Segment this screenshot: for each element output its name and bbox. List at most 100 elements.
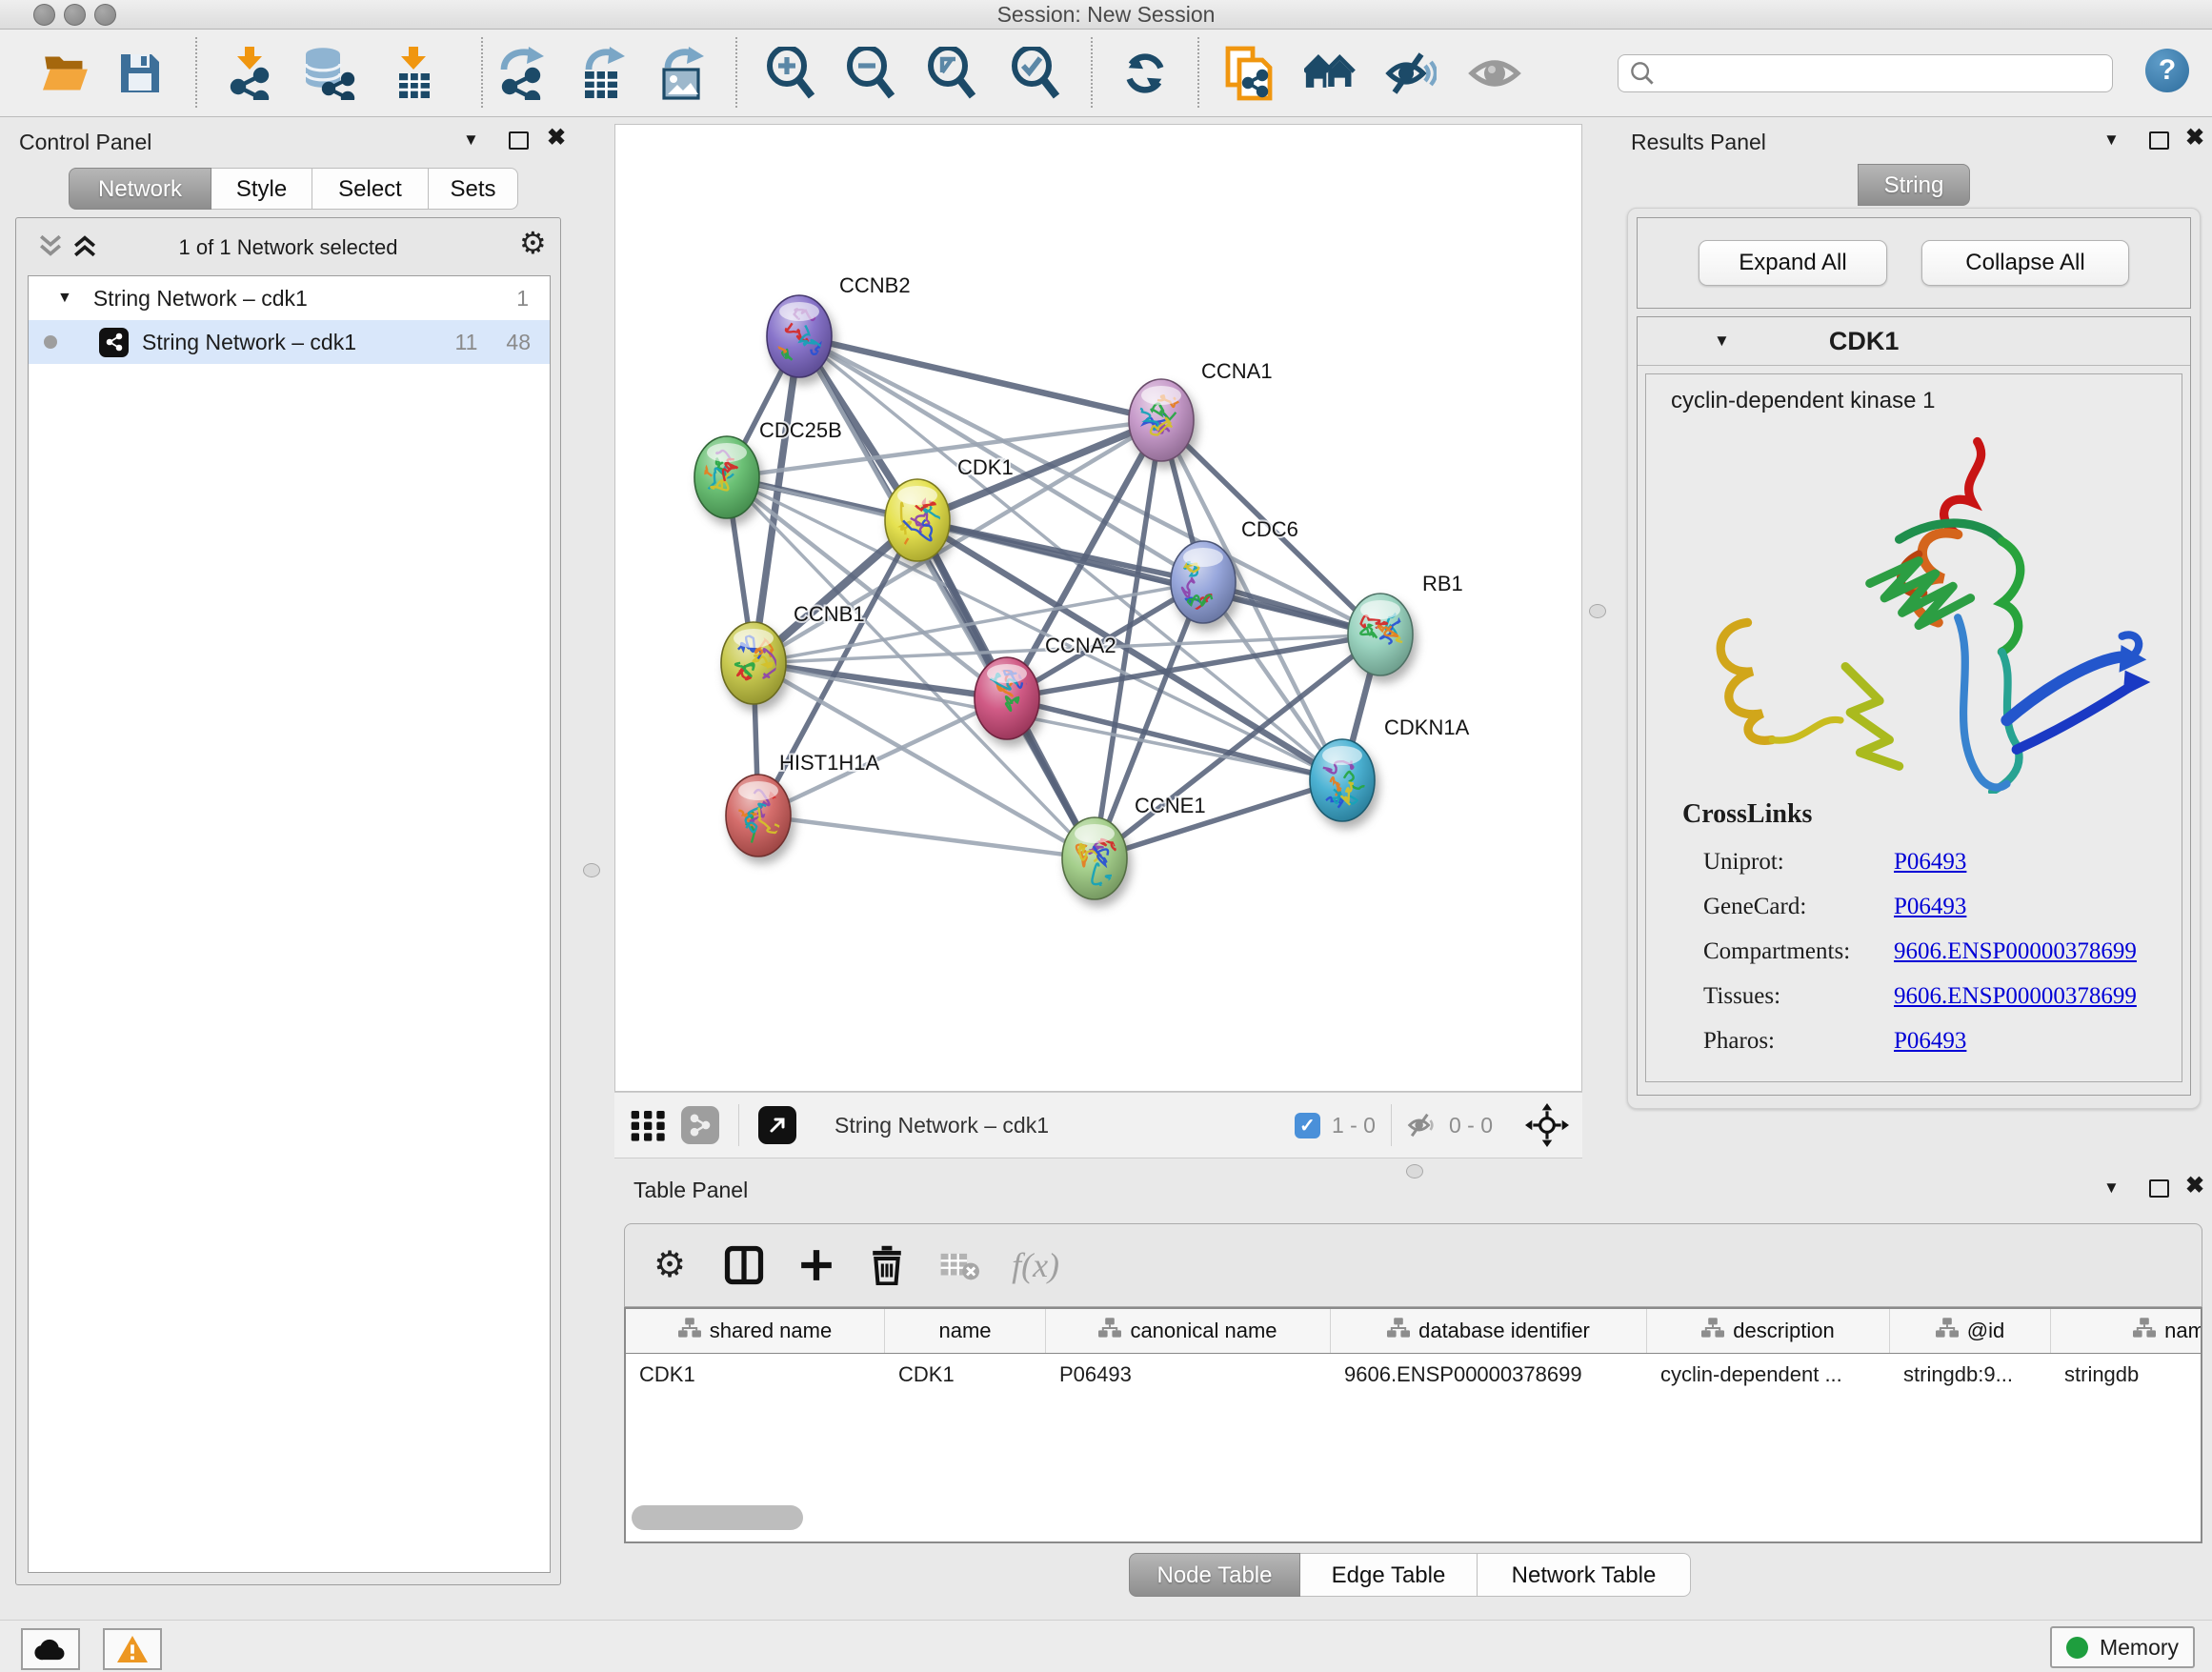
table-cell[interactable]: stringdb:9... — [1890, 1362, 2051, 1387]
table-cell[interactable]: P06493 — [1046, 1362, 1331, 1387]
tab-select[interactable]: Select — [312, 168, 429, 210]
grid-view-icon[interactable] — [630, 1106, 668, 1144]
table-cell[interactable]: cyclin-dependent ... — [1647, 1362, 1890, 1387]
network-node-ccna1[interactable] — [1117, 379, 1194, 461]
network-edge[interactable] — [917, 520, 1380, 635]
crosslink-link[interactable]: 9606.ENSP00000378699 — [1894, 938, 2137, 965]
delete-column-trash-icon[interactable] — [869, 1245, 905, 1285]
open-in-window-button[interactable] — [758, 1106, 796, 1144]
column-header-name[interactable]: name — [885, 1309, 1046, 1353]
column-header-database-identifier[interactable]: database identifier — [1331, 1309, 1647, 1353]
network-edge[interactable] — [758, 816, 1095, 858]
show-glass-button[interactable] — [1467, 45, 1522, 102]
table-row[interactable]: CDK1CDK1P064939606.ENSP00000378699cyclin… — [626, 1354, 2201, 1396]
panel-float-icon[interactable] — [2149, 1179, 2169, 1202]
window-close-button[interactable] — [33, 4, 55, 26]
network-node-cdkn1a[interactable] — [1310, 739, 1375, 821]
crosslink-link[interactable]: 9606.ENSP00000378699 — [1894, 983, 2137, 1010]
hide-glass-button[interactable] — [1383, 45, 1438, 102]
table-cell[interactable]: CDK1 — [885, 1362, 1046, 1387]
network-node-ccna2[interactable] — [975, 657, 1039, 739]
show-columns-icon[interactable] — [724, 1245, 764, 1285]
zoom-in-button[interactable] — [763, 45, 818, 102]
window-zoom-button[interactable] — [94, 4, 116, 26]
column-header-canonical-name[interactable]: canonical name — [1046, 1309, 1331, 1353]
search-box[interactable] — [1618, 54, 2113, 92]
export-network-button[interactable] — [493, 45, 549, 102]
panel-close-icon[interactable]: ✖ — [2185, 1176, 2204, 1197]
crosslink-link[interactable]: P06493 — [1894, 1028, 1966, 1055]
tree-expand-icon[interactable]: ▼ — [29, 290, 72, 307]
tab-edge-table[interactable]: Edge Table — [1300, 1553, 1478, 1597]
string-home-button[interactable] — [1303, 45, 1358, 102]
cloud-button[interactable] — [21, 1628, 80, 1670]
crosslink-link[interactable]: P06493 — [1894, 894, 1966, 920]
selected-checkbox-icon[interactable]: ✓ — [1295, 1113, 1320, 1138]
panel-float-icon[interactable] — [2149, 131, 2169, 154]
network-collection-row[interactable]: ▼ String Network – cdk1 1 — [29, 276, 550, 320]
tab-style[interactable]: Style — [211, 168, 312, 210]
left-splitter-handle[interactable] — [583, 863, 600, 877]
network-edge[interactable] — [1095, 780, 1342, 858]
search-input[interactable] — [1655, 56, 2112, 91]
panel-collapse-icon[interactable]: ▼ — [2103, 130, 2120, 151]
tab-node-table[interactable]: Node Table — [1129, 1553, 1300, 1597]
zoom-fit-button[interactable] — [924, 45, 979, 102]
open-session-button[interactable] — [38, 45, 93, 102]
network-node-cdc6[interactable] — [1166, 541, 1236, 623]
tab-string[interactable]: String — [1858, 164, 1970, 206]
import-network-from-database-button[interactable] — [301, 45, 356, 102]
right-splitter-handle[interactable] — [1589, 604, 1606, 618]
panel-close-icon[interactable]: ✖ — [2185, 128, 2204, 149]
zoom-out-button[interactable] — [843, 45, 898, 102]
network-row[interactable]: String Network – cdk1 11 48 — [29, 320, 550, 364]
panel-collapse-icon[interactable]: ▼ — [2103, 1178, 2120, 1199]
network-edge[interactable] — [799, 336, 1161, 420]
import-table-button[interactable] — [386, 45, 441, 102]
tab-sets[interactable]: Sets — [429, 168, 518, 210]
table-cell[interactable]: CDK1 — [626, 1362, 885, 1387]
column-header-shared-name[interactable]: shared name — [626, 1309, 885, 1353]
column-header--id[interactable]: @id — [1890, 1309, 2051, 1353]
memory-button[interactable]: Memory — [2050, 1626, 2195, 1668]
horizontal-scrollbar[interactable] — [632, 1505, 803, 1530]
column-header-namespace[interactable]: namespace — [2051, 1309, 2202, 1353]
panel-close-icon[interactable]: ✖ — [547, 128, 566, 149]
collapse-all-button[interactable]: Collapse All — [1921, 240, 2129, 286]
pan-crosshair-icon[interactable] — [1525, 1103, 1569, 1147]
column-header-description[interactable]: description — [1647, 1309, 1890, 1353]
clone-network-button[interactable] — [1221, 45, 1277, 102]
expand-all-button[interactable]: Expand All — [1699, 240, 1887, 286]
help-button[interactable]: ? — [2145, 49, 2189, 92]
panel-collapse-icon[interactable]: ▼ — [463, 130, 479, 151]
database-icon — [302, 47, 355, 100]
export-table-button[interactable] — [574, 45, 630, 102]
section-collapse-icon[interactable]: ▼ — [1638, 332, 1730, 351]
protein-header[interactable]: ▼ CDK1 — [1638, 317, 2190, 366]
panel-float-icon[interactable] — [509, 131, 529, 154]
save-session-button[interactable] — [112, 45, 168, 102]
table-cell[interactable]: stringdb — [2051, 1362, 2202, 1387]
import-network-button[interactable] — [222, 45, 277, 102]
network-node-ccnb1[interactable] — [721, 622, 786, 704]
apply-layout-button[interactable] — [1117, 45, 1173, 102]
network-node-cdc25b[interactable] — [694, 432, 759, 518]
network-canvas[interactable]: CCNB2CCNA1CDC25BCDK1CDC6RB1CCNB1CCNA2CDK… — [614, 124, 1582, 1092]
tab-network-table[interactable]: Network Table — [1478, 1553, 1691, 1597]
network-node-hist1h1a[interactable] — [726, 775, 791, 856]
network-graph[interactable]: CCNB2CCNA1CDC25BCDK1CDC6RB1CCNB1CCNA2CDK… — [615, 125, 1583, 1093]
network-options-gear-icon[interactable]: ⚙ — [519, 228, 547, 258]
table-cell[interactable]: 9606.ENSP00000378699 — [1331, 1362, 1647, 1387]
network-node-ccnb2[interactable] — [764, 295, 832, 377]
window-minimize-button[interactable] — [64, 4, 86, 26]
network-node-ccne1[interactable] — [1062, 817, 1127, 899]
add-column-icon[interactable] — [798, 1247, 835, 1283]
crosslink-link[interactable]: P06493 — [1894, 849, 1966, 876]
zoom-selected-button[interactable] — [1008, 45, 1063, 102]
network-share-icon[interactable] — [681, 1106, 719, 1144]
tab-network[interactable]: Network — [69, 168, 211, 210]
export-image-button[interactable] — [654, 45, 709, 102]
network-node-rb1[interactable] — [1348, 594, 1417, 675]
table-options-gear-icon[interactable]: ⚙ — [654, 1250, 686, 1280]
warnings-button[interactable] — [103, 1628, 162, 1670]
